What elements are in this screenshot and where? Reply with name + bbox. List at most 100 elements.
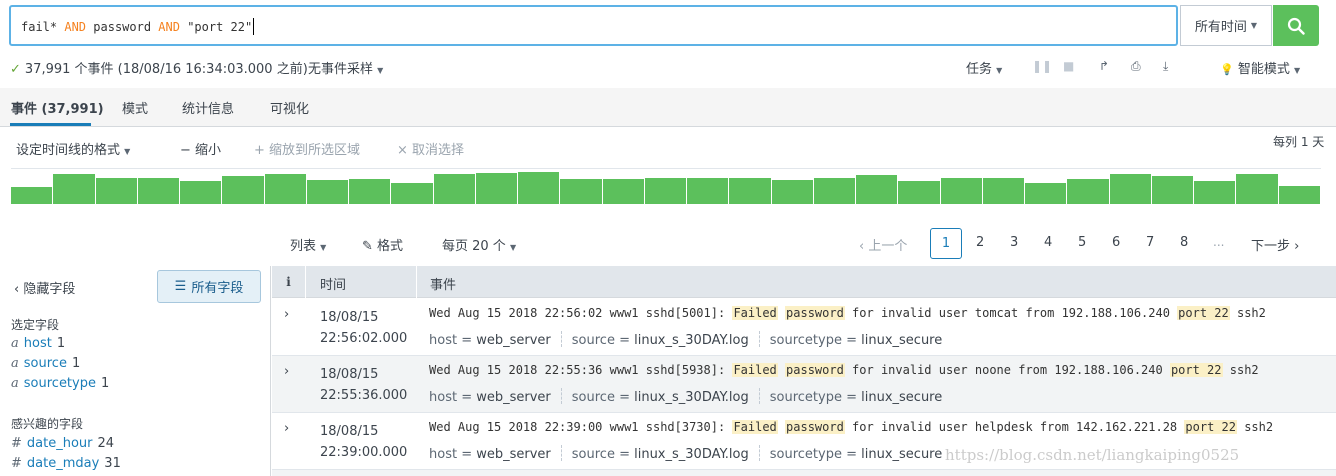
highlight-term[interactable]: port 22 <box>1184 420 1237 434</box>
timeline-bar[interactable] <box>687 178 729 204</box>
tab-statistics[interactable]: 统计信息 <box>182 98 234 117</box>
search-mode-dropdown[interactable]: 💡 智能模式 ▼ <box>1220 58 1300 77</box>
timeline-bar[interactable] <box>982 178 1025 204</box>
search-input[interactable]: fail* AND password AND "port 22" <box>9 5 1178 46</box>
timeline-bar[interactable] <box>1025 183 1067 204</box>
stop-icon[interactable]: ■ <box>1063 59 1074 73</box>
highlight-term[interactable]: Failed <box>732 306 778 320</box>
page-8-button[interactable]: 8 <box>1180 235 1188 250</box>
all-fields-button[interactable]: ☰ 所有字段 <box>157 270 261 303</box>
field-sourcetype[interactable]: a sourcetype 1 <box>11 376 109 391</box>
page-5-button[interactable]: 5 <box>1078 235 1086 250</box>
page-1-button[interactable]: 1 <box>930 228 962 259</box>
timeline-bar[interactable] <box>1278 185 1320 204</box>
highlight-term[interactable]: password <box>785 420 845 434</box>
meta-host-value[interactable]: web_server <box>476 447 551 462</box>
chevron-right-icon[interactable]: › <box>284 364 289 379</box>
deselect-button[interactable]: × 取消选择 <box>397 139 464 158</box>
timeline-format-dropdown[interactable]: 设定时间线的格式 ▼ <box>16 139 130 158</box>
timeline-bar[interactable] <box>180 181 222 204</box>
timeline-bar[interactable] <box>433 174 475 204</box>
event-text: for invalid user noone from 192.188.106.… <box>844 363 1170 377</box>
timeline-bar[interactable] <box>644 178 687 204</box>
page-7-button[interactable]: 7 <box>1146 235 1154 250</box>
prev-page-button[interactable]: ‹ 上一个 <box>859 235 907 254</box>
timeline-bar[interactable] <box>475 173 518 204</box>
highlight-term[interactable]: port 22 <box>1169 363 1223 377</box>
page-4-button[interactable]: 4 <box>1044 235 1052 250</box>
page-6-button[interactable]: 6 <box>1112 235 1120 250</box>
timeline-bar[interactable] <box>349 178 391 204</box>
meta-sourcetype-value[interactable]: linux_secure <box>861 390 942 405</box>
field-date-mday[interactable]: # date_mday 31 <box>11 456 121 471</box>
timeline-bar[interactable] <box>391 183 433 204</box>
field-date-hour[interactable]: # date_hour 24 <box>11 436 114 451</box>
event-text: for invalid user helpdesk from 142.162.2… <box>844 420 1185 434</box>
timeline-bar[interactable] <box>306 179 349 204</box>
timeline-bar[interactable] <box>856 174 898 204</box>
timeline-bar[interactable] <box>602 178 644 204</box>
tab-patterns[interactable]: 模式 <box>122 98 148 117</box>
field-host[interactable]: a host 1 <box>11 336 65 351</box>
share-icon[interactable]: ↱ <box>1099 59 1109 73</box>
meta-source-value[interactable]: linux_s_30DAY.log <box>634 333 749 348</box>
per-page-dropdown[interactable]: 每页 20 个 ▼ <box>442 235 516 254</box>
timeline-bar[interactable] <box>95 177 137 204</box>
timeline-bar[interactable] <box>1236 174 1278 204</box>
timeline-chart[interactable] <box>11 168 1321 204</box>
timeline-bar[interactable] <box>813 178 856 204</box>
pause-icon[interactable]: ❚❚ <box>1032 59 1052 73</box>
timeline-bar[interactable] <box>1194 181 1236 204</box>
meta-host-value[interactable]: web_server <box>476 390 551 405</box>
format-button[interactable]: ✎ 格式 <box>362 235 403 254</box>
job-dropdown[interactable]: 任务 ▼ <box>966 58 1002 77</box>
list-view-dropdown[interactable]: 列表 ▼ <box>290 235 326 254</box>
page-3-button[interactable]: 3 <box>1010 235 1018 250</box>
next-page-button[interactable]: 下一步 › <box>1251 235 1299 254</box>
tab-visualization[interactable]: 可视化 <box>270 98 309 117</box>
timeline-bar[interactable] <box>729 177 771 204</box>
field-count: 24 <box>97 436 115 451</box>
timeline-bar[interactable] <box>137 177 180 204</box>
timeline-bar[interactable] <box>771 179 813 204</box>
chevron-right-icon[interactable]: › <box>284 307 289 322</box>
timeline-bar[interactable] <box>222 176 264 204</box>
timeline-bar[interactable] <box>264 174 306 204</box>
search-query[interactable]: fail* AND password AND "port 22" <box>21 18 255 35</box>
print-icon[interactable]: ⎙ <box>1131 59 1141 74</box>
event-raw[interactable]: Wed Aug 15 2018 22:56:02 www1 sshd[5001]… <box>429 306 1266 320</box>
timeline-bar[interactable] <box>53 174 95 204</box>
highlight-term[interactable]: password <box>785 306 845 320</box>
highlight-term[interactable]: Failed <box>732 420 778 434</box>
meta-source-value[interactable]: linux_s_30DAY.log <box>634 390 749 405</box>
zoom-out-button[interactable]: − 缩小 <box>180 139 221 158</box>
page-2-button[interactable]: 2 <box>976 235 984 250</box>
timeline-bar[interactable] <box>940 177 982 204</box>
highlight-term[interactable]: password <box>785 363 845 377</box>
meta-source-value[interactable]: linux_s_30DAY.log <box>634 447 749 462</box>
export-icon[interactable]: ⤓ <box>1163 59 1168 74</box>
search-button[interactable] <box>1273 5 1319 46</box>
chevron-right-icon[interactable]: › <box>284 421 289 436</box>
timeline-bar[interactable] <box>518 171 560 204</box>
timeline-bar[interactable] <box>1067 178 1109 204</box>
timeline-bar[interactable] <box>1151 176 1194 204</box>
timeline-bar[interactable] <box>1109 174 1151 204</box>
meta-sourcetype-value[interactable]: linux_secure <box>861 447 942 462</box>
event-raw[interactable]: Wed Aug 15 2018 22:55:36 www1 sshd[5938]… <box>429 363 1259 377</box>
hide-fields-button[interactable]: ‹ 隐藏字段 <box>14 278 75 297</box>
meta-host-value[interactable]: web_server <box>476 333 551 348</box>
time-range-picker[interactable]: 所有时间 ▼ <box>1180 5 1272 46</box>
zoom-to-selection-button[interactable]: + 缩放到所选区域 <box>254 139 360 158</box>
meta-sourcetype-value[interactable]: linux_secure <box>861 333 942 348</box>
field-source[interactable]: a source 1 <box>11 356 80 371</box>
timeline-bar[interactable] <box>560 178 602 204</box>
time-column-header[interactable]: 时间 <box>320 274 346 293</box>
timeline-bar[interactable] <box>11 186 53 204</box>
tab-events[interactable]: 事件 (37,991) <box>11 98 104 117</box>
timeline-bar[interactable] <box>898 181 940 204</box>
sampling-dropdown[interactable]: 无事件采样 ▼ <box>308 58 383 77</box>
highlight-term[interactable]: Failed <box>732 363 778 377</box>
event-raw[interactable]: Wed Aug 15 2018 22:39:00 www1 sshd[3730]… <box>429 420 1273 434</box>
highlight-term[interactable]: port 22 <box>1177 306 1230 320</box>
